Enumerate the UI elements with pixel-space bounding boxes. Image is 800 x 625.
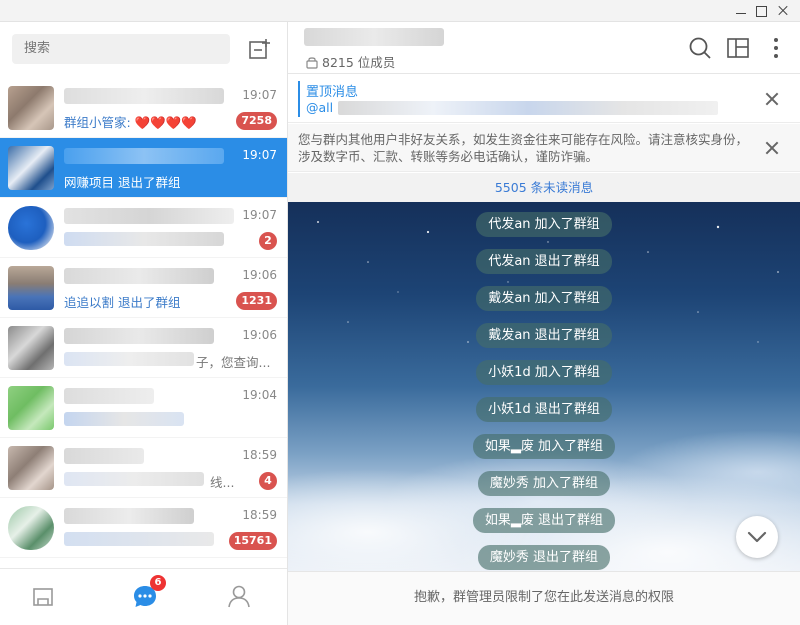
chat-time: 18:59 [242, 508, 277, 522]
unread-badge: 7258 [236, 112, 277, 130]
system-message: 代发an 加入了群组 [476, 212, 612, 237]
avatar [8, 206, 54, 250]
chat-item[interactable]: 19:04 [0, 378, 287, 438]
chat-preview-blurred [64, 352, 194, 366]
chat-preview: 网赚项目 退出了群组 [64, 175, 181, 190]
system-message: 如果▂废 退出了群组 [472, 508, 616, 533]
chat-name-blurred [64, 328, 214, 344]
avatar [8, 86, 54, 130]
group-name-blurred [304, 28, 444, 46]
system-message: 戴发an 退出了群组 [476, 323, 612, 348]
chat-name-blurred [64, 388, 154, 404]
new-chat-icon[interactable] [248, 37, 272, 61]
chats-nav-icon[interactable]: 6 [130, 575, 166, 611]
chat-item[interactable]: 19:06 子，您查询... [0, 318, 287, 378]
safety-notice: 您与群内其他用户非好友关系，如发生资金往来可能存在风险。请注意核实身份，涉及数字… [288, 124, 800, 172]
chat-preview: 线... [210, 475, 235, 490]
message-area: 代发an 加入了群组 代发an 退出了群组 戴发an 加入了群组 戴发an 退出… [288, 202, 800, 571]
chat-preview-blurred [64, 232, 224, 246]
system-message: 如果▂废 加入了群组 [472, 434, 616, 459]
pinned-title: 置顶消息 [306, 85, 359, 100]
system-message: 魔妙秀 退出了群组 [477, 545, 611, 570]
contacts-nav-icon[interactable] [28, 581, 58, 611]
avatar [8, 446, 54, 490]
chat-item-active[interactable]: 19:07 网赚项目 退出了群组 [0, 138, 287, 198]
chat-name-blurred [64, 208, 234, 224]
chat-preview: 子，您查询... [196, 355, 271, 370]
chat-name-blurred [64, 148, 224, 164]
close-pinned-icon[interactable] [764, 91, 780, 107]
chat-preview-blurred [64, 532, 214, 546]
chat-time: 19:04 [242, 388, 277, 402]
avatar [8, 146, 54, 190]
chat-panel: 8215 位成员 置顶消息 @all 您与群内其他用户非好友关系，如发生资金往来… [288, 22, 800, 625]
avatar [8, 386, 54, 430]
unread-badge: 15761 [228, 532, 277, 550]
close-notice-icon[interactable] [764, 140, 780, 156]
restricted-notice: 抱歉，群管理员限制了您在此发送消息的权限 [288, 571, 800, 625]
system-message: 魔妙秀 加入了群组 [477, 471, 611, 496]
chevron-down-icon [747, 531, 767, 543]
unread-badge: 1231 [236, 292, 277, 310]
maximize-button[interactable] [752, 2, 770, 20]
chat-name-blurred [64, 508, 194, 524]
chat-time: 19:07 [242, 208, 277, 222]
avatar [8, 506, 54, 550]
chat-header: 8215 位成员 [288, 22, 800, 74]
chat-list: 19:07 群组小管家: ❤️❤️❤️❤️ 7258 19:07 网赚项目 退出… [0, 78, 287, 568]
chat-item[interactable]: 18:59 线... 4 [0, 438, 287, 498]
avatar [8, 326, 54, 370]
close-window-button[interactable] [774, 2, 792, 20]
avatar [8, 266, 54, 310]
chat-time: 19:06 [242, 328, 277, 342]
chat-preview: 追追以割 退出了群组 [64, 295, 181, 310]
chat-name-blurred [64, 268, 214, 284]
scroll-to-bottom-button[interactable] [736, 516, 778, 558]
profile-nav-icon[interactable] [224, 581, 254, 611]
pinned-message[interactable]: 置顶消息 @all [288, 75, 800, 123]
chat-preview: 群组小管家: ❤️❤️❤️❤️ [64, 115, 197, 130]
pinned-content: @all [306, 100, 334, 115]
unread-count-bar[interactable]: 5505 条未读消息 [288, 173, 800, 202]
chat-name-blurred [64, 448, 144, 464]
system-message: 代发an 退出了群组 [476, 249, 612, 274]
chat-item[interactable]: 19:07 2 [0, 198, 287, 258]
bottom-nav: 6 [0, 568, 287, 625]
minimize-button[interactable] [732, 2, 750, 20]
member-count: 8215 位成员 [306, 52, 395, 71]
unread-badge: 4 [259, 472, 277, 490]
chat-preview-blurred [64, 412, 184, 426]
more-menu-icon[interactable] [764, 36, 788, 60]
system-message: 小妖1d 加入了群组 [476, 360, 612, 385]
chat-item[interactable]: 19:06 追追以割 退出了群组 1231 [0, 258, 287, 318]
chat-time: 19:06 [242, 268, 277, 282]
title-bar [0, 0, 800, 22]
chat-item[interactable]: 19:07 群组小管家: ❤️❤️❤️❤️ 7258 [0, 78, 287, 138]
chat-preview-blurred [64, 472, 204, 486]
chat-time: 19:07 [242, 88, 277, 102]
side-panel-icon[interactable] [726, 36, 750, 60]
unread-badge: 2 [259, 232, 277, 250]
pinned-content-blurred [338, 101, 718, 115]
member-count-text: 8215 位成员 [322, 55, 396, 70]
chat-item[interactable]: 18:59 15761 [0, 498, 287, 558]
pinned-accent-bar [298, 81, 300, 117]
lock-icon [306, 56, 318, 69]
search-input[interactable] [12, 34, 230, 64]
chat-time: 18:59 [242, 448, 277, 462]
system-messages: 代发an 加入了群组 代发an 退出了群组 戴发an 加入了群组 戴发an 退出… [288, 212, 800, 571]
chat-time: 19:07 [242, 148, 277, 162]
chat-name-blurred [64, 88, 224, 104]
system-message: 小妖1d 退出了群组 [476, 397, 612, 422]
chats-badge: 6 [150, 575, 166, 591]
search-icon[interactable] [688, 36, 712, 60]
sidebar: 19:07 群组小管家: ❤️❤️❤️❤️ 7258 19:07 网赚项目 退出… [0, 22, 288, 625]
safety-notice-text: 您与群内其他用户非好友关系，如发生资金往来可能存在风险。请注意核实身份，涉及数字… [298, 132, 749, 164]
system-message: 戴发an 加入了群组 [476, 286, 612, 311]
